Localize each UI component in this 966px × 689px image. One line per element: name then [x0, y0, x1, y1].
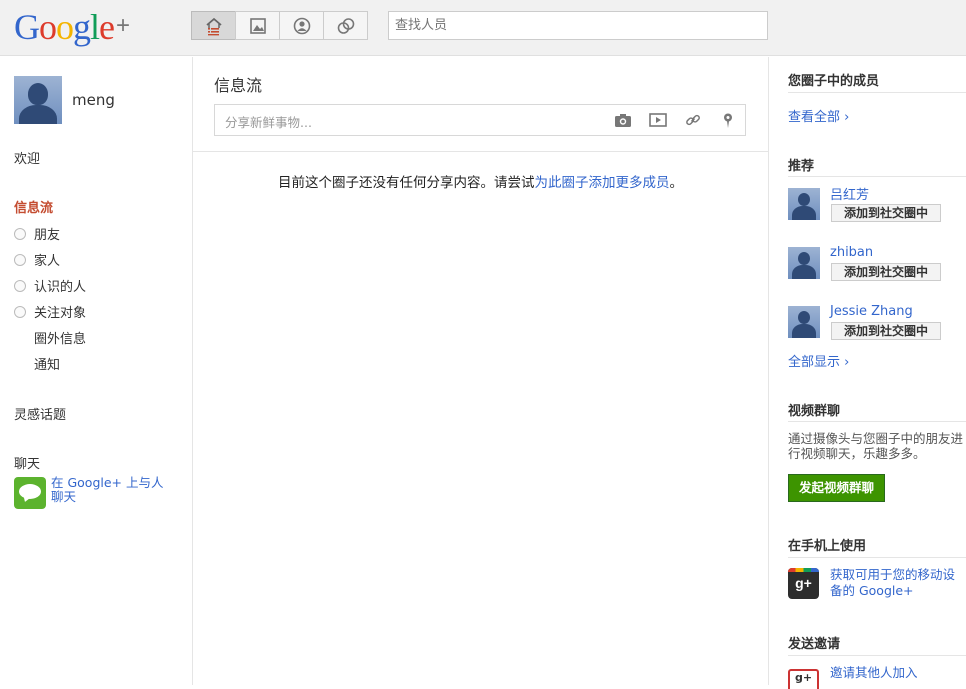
circle-item-acquaintances[interactable]: 认识的人	[14, 276, 86, 295]
share-icons	[597, 111, 737, 129]
circle-item-friends[interactable]: 朋友	[14, 224, 60, 243]
start-hangout-button[interactable]: 发起视频群聊	[788, 474, 885, 502]
logo-letter-o2: o	[56, 7, 74, 47]
page-title: 信息流	[214, 76, 263, 95]
tab-circles[interactable]	[323, 11, 368, 40]
location-pin-icon[interactable]	[719, 111, 737, 129]
stream-divider	[193, 151, 768, 152]
tab-home[interactable]	[191, 11, 236, 40]
photos-icon	[249, 17, 266, 34]
add-to-circles-button[interactable]: 添加到社交圈中	[831, 204, 941, 222]
empty-stream-end: 。	[669, 175, 684, 191]
section-divider	[788, 557, 966, 558]
tab-photos[interactable]	[235, 11, 280, 40]
circle-item-label: 关注对象	[34, 306, 87, 321]
chat-title: 聊天	[14, 457, 41, 472]
tab-profile[interactable]	[279, 11, 324, 40]
members-title: 您圈子中的成员	[788, 74, 880, 89]
notifications-link[interactable]: 通知	[34, 354, 60, 373]
home-stream-icon	[205, 17, 222, 35]
add-to-circles-button[interactable]: 添加到社交圈中	[831, 322, 941, 340]
add-to-circles-button[interactable]: 添加到社交圈中	[831, 263, 941, 281]
circle-ring-icon	[14, 279, 26, 292]
logo-letter-o1: o	[39, 7, 57, 47]
main-nav-tabs	[191, 11, 368, 40]
empty-stream-text: 目前这个圈子还没有任何分享内容。请尝试	[278, 175, 535, 191]
invite-gplus-icon: g+	[788, 669, 819, 689]
right-sidebar: 您圈子中的成员 查看全部 › 推荐 吕红芳 添加到社交圈中 zhiban 添加到…	[768, 57, 966, 689]
share-box[interactable]: 分享新鲜事物...	[214, 104, 746, 136]
suggestion-name[interactable]: zhiban	[830, 245, 873, 260]
logo-letter-g2: g	[73, 7, 91, 47]
circles-icon	[337, 17, 354, 34]
circle-item-family[interactable]: 家人	[14, 250, 60, 269]
circle-item-label: 家人	[34, 254, 61, 269]
link-icon[interactable]	[684, 111, 702, 129]
video-icon[interactable]	[649, 111, 667, 129]
left-sidebar: meng 欢迎 信息流 朋友 家人 认识的人 关注对象 圈外信息 通知 灵感话题…	[0, 57, 193, 685]
logo-letter-l: l	[90, 7, 100, 47]
mobile-app-link[interactable]: 获取可用于您的移动设备的 Google+	[830, 567, 965, 599]
camera-icon[interactable]	[614, 111, 632, 129]
circle-item-label: 朋友	[34, 228, 61, 243]
circle-item-label: 认识的人	[34, 280, 87, 295]
top-bar: Google+	[0, 0, 966, 56]
hangout-title: 视频群聊	[788, 404, 841, 419]
logo-letter-g1: G	[14, 7, 40, 47]
logo-letter-e: e	[99, 7, 115, 47]
circle-ring-icon	[14, 227, 26, 240]
suggestion-name[interactable]: 吕红芳	[830, 184, 869, 203]
chat-bubble-icon	[14, 477, 46, 509]
avatar[interactable]	[788, 247, 820, 279]
chat-link[interactable]: 在 Google+ 上与人聊天	[51, 476, 171, 504]
suggestion-name[interactable]: Jessie Zhang	[830, 304, 913, 319]
add-members-link[interactable]: 为此圈子添加更多成员	[535, 175, 670, 191]
avatar[interactable]	[788, 306, 820, 338]
google-plus-logo[interactable]: Google+	[14, 6, 130, 47]
empty-stream-message: 目前这个圈子还没有任何分享内容。请尝试为此圈子添加更多成员。	[193, 171, 768, 191]
section-divider	[788, 176, 966, 177]
view-all-members-link[interactable]: 查看全部 ›	[788, 106, 849, 125]
section-divider	[788, 92, 966, 93]
avatar[interactable]	[14, 76, 62, 124]
welcome-link[interactable]: 欢迎	[14, 148, 40, 167]
suggestions-title: 推荐	[788, 159, 815, 174]
profile-name[interactable]: meng	[72, 91, 115, 109]
invite-title: 发送邀请	[788, 637, 841, 652]
circle-item-following[interactable]: 关注对象	[14, 302, 86, 321]
mobile-title: 在手机上使用	[788, 539, 867, 554]
gplus-app-icon: g+	[788, 568, 819, 599]
show-all-link[interactable]: 全部显示 ›	[788, 351, 849, 370]
sparks-link[interactable]: 灵感话题	[14, 404, 66, 423]
section-divider	[788, 655, 966, 656]
circle-ring-icon	[14, 305, 26, 318]
share-placeholder: 分享新鲜事物...	[225, 115, 312, 130]
avatar[interactable]	[788, 188, 820, 220]
logo-plus: +	[116, 12, 130, 39]
profile-icon	[293, 17, 310, 34]
circle-ring-icon	[14, 253, 26, 266]
hangout-description: 通过摄像头与您圈子中的朋友进行视频聊天，乐趣多多。	[788, 431, 964, 461]
search-people-input[interactable]	[388, 11, 768, 40]
section-divider	[788, 421, 966, 422]
main-stream: 信息流 分享新鲜事物... 目前这个圈子还没有任何分享内容。请尝试为此圈子添加更…	[193, 57, 768, 685]
invite-link[interactable]: 邀请其他人加入	[830, 665, 965, 681]
incoming-link[interactable]: 圈外信息	[34, 328, 86, 347]
stream-link[interactable]: 信息流	[14, 197, 53, 216]
